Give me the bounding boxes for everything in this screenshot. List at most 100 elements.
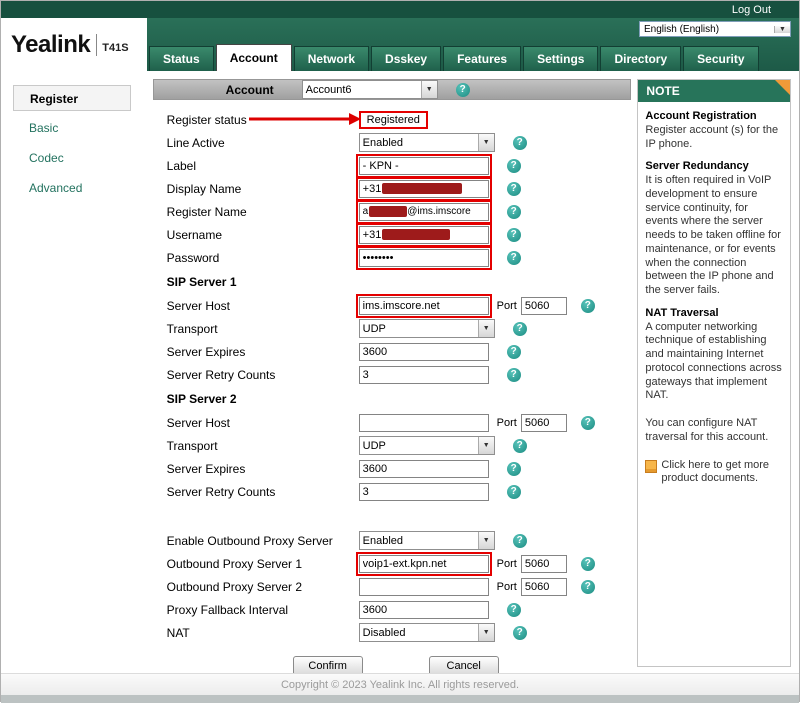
help-icon[interactable]: ? (580, 415, 595, 430)
form-row-sip1-server-expires: Server Expires ? (153, 340, 632, 363)
copyright-text: Copyright © 2023 Yealink Inc. All rights… (280, 678, 519, 691)
note-heading: NAT Traversal (645, 306, 719, 319)
sip1-transport-select[interactable]: UDP ▼ (358, 319, 495, 338)
field-label: Server Expires (166, 461, 246, 476)
tab-settings[interactable]: Settings (523, 46, 599, 71)
nat-select[interactable]: Disabled ▼ (358, 623, 495, 642)
sip2-port-input[interactable] (520, 413, 567, 432)
field-label: Password (166, 250, 220, 265)
note-panel: NOTE Account Registration Register accou… (637, 79, 792, 667)
form-row-sip1-server-retry-counts: Server Retry Counts ? (153, 363, 632, 386)
chevron-down-icon: ▼ (477, 320, 494, 337)
help-icon[interactable]: ? (506, 602, 521, 617)
field-label: Server Host (166, 298, 231, 313)
display-name-input[interactable]: +31 (355, 176, 492, 201)
logout-link[interactable]: Log Out (732, 4, 771, 16)
help-icon[interactable]: ? (506, 250, 521, 265)
sidebar-item-basic[interactable]: Basic (13, 115, 145, 141)
register-name-suffix: @ims.imscore (407, 206, 471, 217)
help-icon[interactable]: ? (580, 556, 595, 571)
sidebar: Register Basic Codec Advanced (13, 79, 145, 205)
sip1-server-host-input[interactable] (355, 293, 492, 318)
tab-dsskey[interactable]: Dsskey (371, 46, 442, 71)
outbound-proxy-2-input[interactable] (358, 577, 489, 596)
field-label: Proxy Fallback Interval (166, 602, 289, 617)
note-text: It is often required in VoIP development… (645, 174, 781, 296)
help-icon[interactable]: ? (512, 438, 527, 453)
redacted-text (369, 206, 408, 217)
note-heading: Account Registration (645, 110, 757, 122)
outbound-proxy-2-port-input[interactable] (520, 577, 567, 596)
label-input[interactable] (355, 153, 492, 178)
help-icon[interactable]: ? (512, 321, 527, 336)
form-row-register-name: Register Name a @ims.imscore ? (153, 199, 632, 224)
port-label: Port (496, 580, 517, 593)
sip2-server-expires-input[interactable] (358, 459, 489, 478)
tab-status[interactable]: Status (149, 46, 214, 71)
sip2-server-retry-input[interactable] (358, 482, 489, 501)
tab-security[interactable]: Security (683, 46, 759, 71)
help-icon[interactable]: ? (506, 227, 521, 242)
help-icon[interactable]: ? (506, 158, 521, 173)
tab-bar: Status Account Network Dsskey Features S… (149, 44, 759, 71)
help-icon[interactable]: ? (506, 484, 521, 499)
note-text: Register account (s) for the IP phone. (645, 123, 779, 150)
form-row-sip2-server-host: Server Host Port ? (153, 411, 632, 434)
section-title: SIP Server 2 (166, 391, 237, 406)
line-active-select[interactable]: Enabled ▼ (358, 133, 495, 152)
yealink-logo: Yealink T41S (1, 18, 147, 71)
help-icon[interactable]: ? (506, 344, 521, 359)
outbound-proxy-1-input[interactable] (355, 551, 492, 576)
section-sip-server-2: SIP Server 2 (153, 386, 632, 411)
tab-directory[interactable]: Directory (600, 46, 682, 71)
language-value: English (English) (644, 23, 720, 35)
account-select[interactable]: Account6 ▼ (301, 80, 438, 99)
help-icon[interactable]: ? (580, 579, 595, 594)
help-icon[interactable]: ? (506, 461, 521, 476)
section-title: SIP Server 1 (166, 274, 237, 289)
sip2-server-host-input[interactable] (358, 413, 489, 432)
sidebar-item-register[interactable]: Register (13, 85, 131, 111)
password-input[interactable] (355, 245, 492, 270)
tab-features[interactable]: Features (443, 46, 522, 71)
form-row-nat: NAT Disabled ▼ ? (153, 621, 632, 644)
help-icon[interactable]: ? (506, 204, 521, 219)
sip2-transport-select[interactable]: UDP ▼ (358, 436, 495, 455)
help-icon[interactable]: ? (506, 181, 521, 196)
field-label: Transport (166, 438, 218, 453)
document-icon (645, 459, 658, 473)
sip1-server-retry-input[interactable] (358, 365, 489, 384)
tab-network[interactable]: Network (293, 46, 370, 71)
proxy-fallback-interval-input[interactable] (358, 600, 489, 619)
top-bar: Log Out (1, 1, 799, 18)
help-icon[interactable]: ? (512, 625, 527, 640)
outbound-proxy-1-port-input[interactable] (520, 554, 567, 573)
form-buttons: Confirm Cancel (153, 656, 632, 673)
register-form: Account Account6 ▼ ? Register status Reg… (152, 79, 632, 673)
help-icon[interactable]: ? (506, 367, 521, 382)
cancel-button[interactable]: Cancel (428, 656, 499, 673)
sip1-port-input[interactable] (520, 296, 567, 315)
register-status-value: Registered (358, 110, 428, 129)
confirm-button[interactable]: Confirm (292, 656, 363, 673)
help-icon[interactable]: ? (455, 82, 470, 97)
product-docs-link[interactable]: Click here to get more product documents… (645, 459, 783, 487)
sip1-server-expires-input[interactable] (358, 342, 489, 361)
username-input[interactable]: +31 (355, 222, 492, 247)
language-select[interactable]: English (English) ▼ (639, 21, 791, 37)
docs-link-text: Click here to get more product documents… (661, 458, 770, 485)
sidebar-item-codec[interactable]: Codec (13, 145, 145, 171)
help-icon[interactable]: ? (512, 135, 527, 150)
sidebar-item-advanced[interactable]: Advanced (13, 175, 145, 201)
enable-outbound-proxy-select[interactable]: Enabled ▼ (358, 531, 495, 550)
register-name-input[interactable]: a @ims.imscore (355, 199, 492, 224)
note-text: A computer networking technique of estab… (645, 320, 782, 402)
username-visible: +31 (362, 228, 382, 241)
tab-account[interactable]: Account (215, 44, 292, 71)
form-row-sip1-transport: Transport UDP ▼ ? (153, 317, 632, 340)
annotation-arrow (248, 113, 361, 125)
note-heading: Server Redundancy (645, 160, 749, 173)
help-icon[interactable]: ? (512, 533, 527, 548)
help-icon[interactable]: ? (580, 298, 595, 313)
note-title: NOTE (646, 84, 680, 98)
